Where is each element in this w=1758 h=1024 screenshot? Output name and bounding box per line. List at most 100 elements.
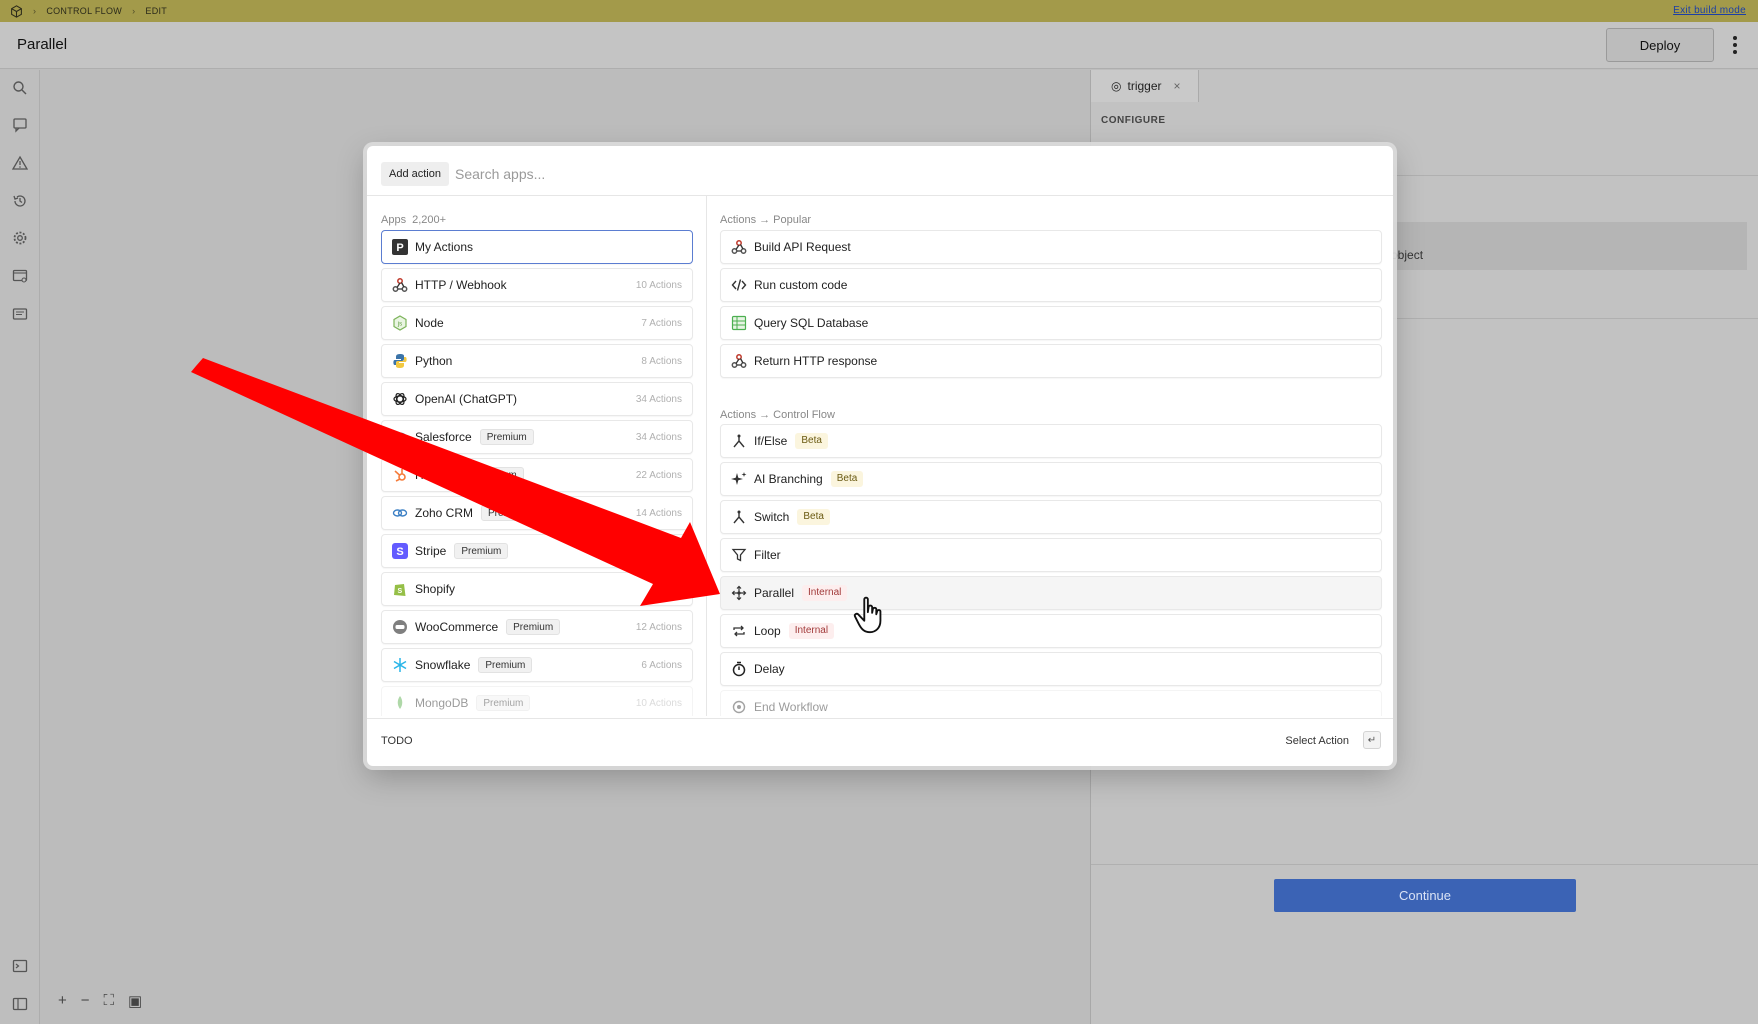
salesforce-icon (392, 429, 408, 445)
search-icon[interactable] (12, 80, 28, 96)
sheet-icon (731, 315, 747, 331)
action-count: 34 Actions (635, 393, 682, 405)
app-item-shopify[interactable]: S Shopify (381, 572, 693, 606)
timer-icon (731, 661, 747, 677)
zoom-out-icon[interactable]: − (81, 992, 90, 1010)
action-query-sql-database[interactable]: Query SQL Database (720, 306, 1382, 340)
app-item-python[interactable]: Python 8 Actions (381, 344, 693, 378)
action-if-else[interactable]: If/Else Beta (720, 424, 1382, 458)
action-count: 10 Actions (635, 279, 682, 291)
zoom-in-icon[interactable]: + (58, 992, 67, 1010)
app-item-mongodb[interactable]: MongoDB Premium 10 Actions (381, 686, 693, 716)
nodejs-icon: js (392, 315, 408, 331)
action-count: 34 Actions (635, 431, 682, 443)
parallel-icon (731, 585, 747, 601)
action-count: 14 Actions (635, 507, 682, 519)
action-count: 8 Actions (641, 355, 682, 367)
action-count: 22 Actions (635, 469, 682, 481)
apps-heading-label: Apps (381, 214, 407, 226)
apps-column: Apps 2,200+ P My Actions HTTP / Webhook 1… (367, 196, 707, 716)
search-apps-input[interactable] (455, 159, 1055, 189)
stripe-icon: S (392, 543, 408, 559)
beta-badge: Beta (795, 433, 828, 449)
app-item-label: MongoDB (415, 696, 469, 710)
exit-build-mode-link[interactable]: Exit build mode (1673, 5, 1746, 16)
pipedream-icon: P (392, 239, 408, 255)
action-label: Filter (754, 548, 781, 562)
build-mode-bar: › CONTROL FLOW › EDIT Exit build mode (0, 0, 1758, 22)
action-return-http-response[interactable]: Return HTTP response (720, 344, 1382, 378)
filter-icon (731, 547, 747, 563)
page-title: Parallel (17, 36, 68, 53)
configure-heading: CONFIGURE (1101, 115, 1166, 126)
app-item-label: Stripe (415, 544, 447, 558)
action-label: Return HTTP response (754, 354, 878, 368)
action-loop[interactable]: Loop Internal (720, 614, 1382, 648)
console-icon[interactable] (12, 958, 28, 974)
app-item-hubspot[interactable]: HubSpot Premium 22 Actions (381, 458, 693, 492)
action-filter[interactable]: Filter (720, 538, 1382, 572)
action-parallel[interactable]: Parallel Internal (720, 576, 1382, 610)
app-item-snowflake[interactable]: Snowflake Premium 6 Actions (381, 648, 693, 682)
app-item-node[interactable]: js Node 7 Actions (381, 306, 693, 340)
chevron-right-icon: › (33, 6, 37, 16)
browser-settings-icon[interactable] (12, 268, 28, 284)
action-run-custom-code[interactable]: Run custom code (720, 268, 1382, 302)
history-icon[interactable] (12, 193, 28, 209)
action-count: 7 Actions (641, 317, 682, 329)
add-action-modal: Add action Apps 2,200+ P My Actions HTTP … (367, 146, 1393, 766)
terminal-window-icon[interactable] (12, 306, 28, 322)
actions-column: Actions → Popular Build API Request Run … (708, 196, 1393, 716)
zoho-icon (392, 505, 408, 521)
app-item-http-webhook[interactable]: HTTP / Webhook 10 Actions (381, 268, 693, 302)
woocommerce-icon (392, 619, 408, 635)
action-end-workflow[interactable]: End Workflow (720, 690, 1382, 716)
apps-heading: Apps 2,200+ (381, 214, 446, 226)
action-label: End Workflow (754, 700, 828, 714)
panel-toggle-icon[interactable] (12, 996, 28, 1012)
warning-icon[interactable] (12, 155, 28, 171)
mongodb-icon (392, 695, 408, 711)
minimap-icon[interactable]: ▣ (128, 992, 142, 1010)
action-ai-branching[interactable]: AI Branching Beta (720, 462, 1382, 496)
svg-text:js: js (397, 322, 402, 328)
premium-badge: Premium (506, 619, 561, 635)
app-item-label: Zoho CRM (415, 506, 474, 520)
app-item-label: Salesforce (415, 430, 472, 444)
continue-button[interactable]: Continue (1274, 879, 1576, 912)
branch-icon (731, 433, 747, 449)
app-item-my-actions[interactable]: P My Actions (381, 230, 693, 264)
app-item-openai[interactable]: OpenAI (ChatGPT) 34 Actions (381, 382, 693, 416)
gear-icon[interactable] (12, 230, 28, 246)
hubspot-icon (392, 467, 408, 483)
left-rail (0, 70, 40, 1024)
footer-todo: TODO (381, 735, 413, 747)
enter-key-icon: ↵ (1363, 731, 1381, 749)
more-options-icon[interactable] (1728, 32, 1742, 58)
premium-badge: Premium (478, 657, 533, 673)
breadcrumb-edit[interactable]: EDIT (145, 6, 167, 16)
action-delay[interactable]: Delay (720, 652, 1382, 686)
action-label: AI Branching (754, 472, 823, 486)
trigger-icon: ◎ (1111, 79, 1122, 93)
action-build-api-request[interactable]: Build API Request (720, 230, 1382, 264)
fit-view-icon[interactable]: ⛶ (104, 992, 115, 1010)
tab-trigger[interactable]: ◎ trigger × (1091, 70, 1199, 102)
internal-badge: Internal (788, 623, 835, 639)
action-switch[interactable]: Switch Beta (720, 500, 1382, 534)
breadcrumb-control-flow[interactable]: CONTROL FLOW (46, 6, 122, 16)
app-item-woocommerce[interactable]: WooCommerce Premium 12 Actions (381, 610, 693, 644)
comment-icon[interactable] (12, 117, 28, 133)
app-item-stripe[interactable]: S Stripe Premium (381, 534, 693, 568)
hand-cursor-icon (853, 596, 882, 634)
shopify-icon: S (392, 581, 408, 597)
close-icon[interactable]: × (1174, 79, 1181, 93)
object-row[interactable]: object (1391, 222, 1747, 270)
app-item-salesforce[interactable]: Salesforce Premium 34 Actions (381, 420, 693, 454)
divider (1391, 318, 1758, 319)
select-action-hint: Select Action (1285, 735, 1349, 747)
cube-icon[interactable] (10, 4, 23, 18)
app-item-zoho-crm[interactable]: Zoho CRM Premium 14 Actions (381, 496, 693, 530)
action-label: Build API Request (754, 240, 851, 254)
deploy-button[interactable]: Deploy (1606, 28, 1714, 62)
